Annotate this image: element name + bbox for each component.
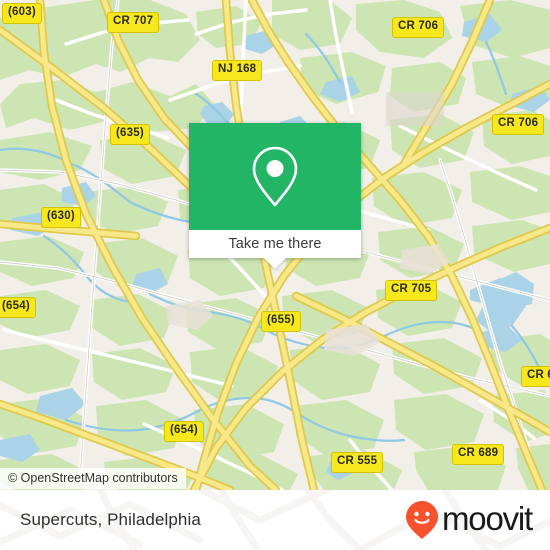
popup-pointer <box>264 258 286 269</box>
road-shield: CR 705 <box>385 280 438 301</box>
road-shield: CR 689 <box>452 444 505 465</box>
location-popup[interactable]: Take me there <box>189 123 361 269</box>
map-screenshot: (603) CR 707 NJ 168 CR 706 CR 706 (635) … <box>0 0 550 550</box>
popup-header <box>189 123 361 230</box>
moovit-pin-icon <box>406 501 438 539</box>
moovit-logo[interactable]: moovit <box>405 490 533 550</box>
take-me-there-button[interactable]: Take me there <box>189 230 361 258</box>
road-shield: CR 706 <box>492 114 545 135</box>
map-pin-icon <box>252 146 298 206</box>
bottom-info-bar: Supercuts, Philadelphia moovit <box>0 490 550 550</box>
moovit-wordmark: moovit <box>442 500 533 537</box>
take-me-there-label: Take me there <box>228 236 322 252</box>
road-shield: CR 555 <box>331 452 384 473</box>
map-canvas[interactable]: (603) CR 707 NJ 168 CR 706 CR 706 (635) … <box>0 0 550 490</box>
map-attribution[interactable]: © OpenStreetMap contributors <box>0 468 186 489</box>
place-name-text: Supercuts, Philadelphia <box>20 510 201 529</box>
road-shield: (630) <box>41 207 81 228</box>
road-shield: (654) <box>164 421 204 442</box>
road-shield: (654) <box>0 297 36 318</box>
road-shield: NJ 168 <box>212 60 263 81</box>
road-shield: CR 6 <box>521 366 550 387</box>
road-shield: CR 706 <box>392 17 445 38</box>
road-shield: (635) <box>110 124 150 145</box>
road-shield: CR 707 <box>107 12 160 33</box>
attribution-text: © OpenStreetMap contributors <box>8 471 178 485</box>
road-shield: (603) <box>2 3 42 24</box>
place-title: Supercuts, Philadelphia <box>20 490 201 550</box>
road-shield: (655) <box>261 311 301 332</box>
